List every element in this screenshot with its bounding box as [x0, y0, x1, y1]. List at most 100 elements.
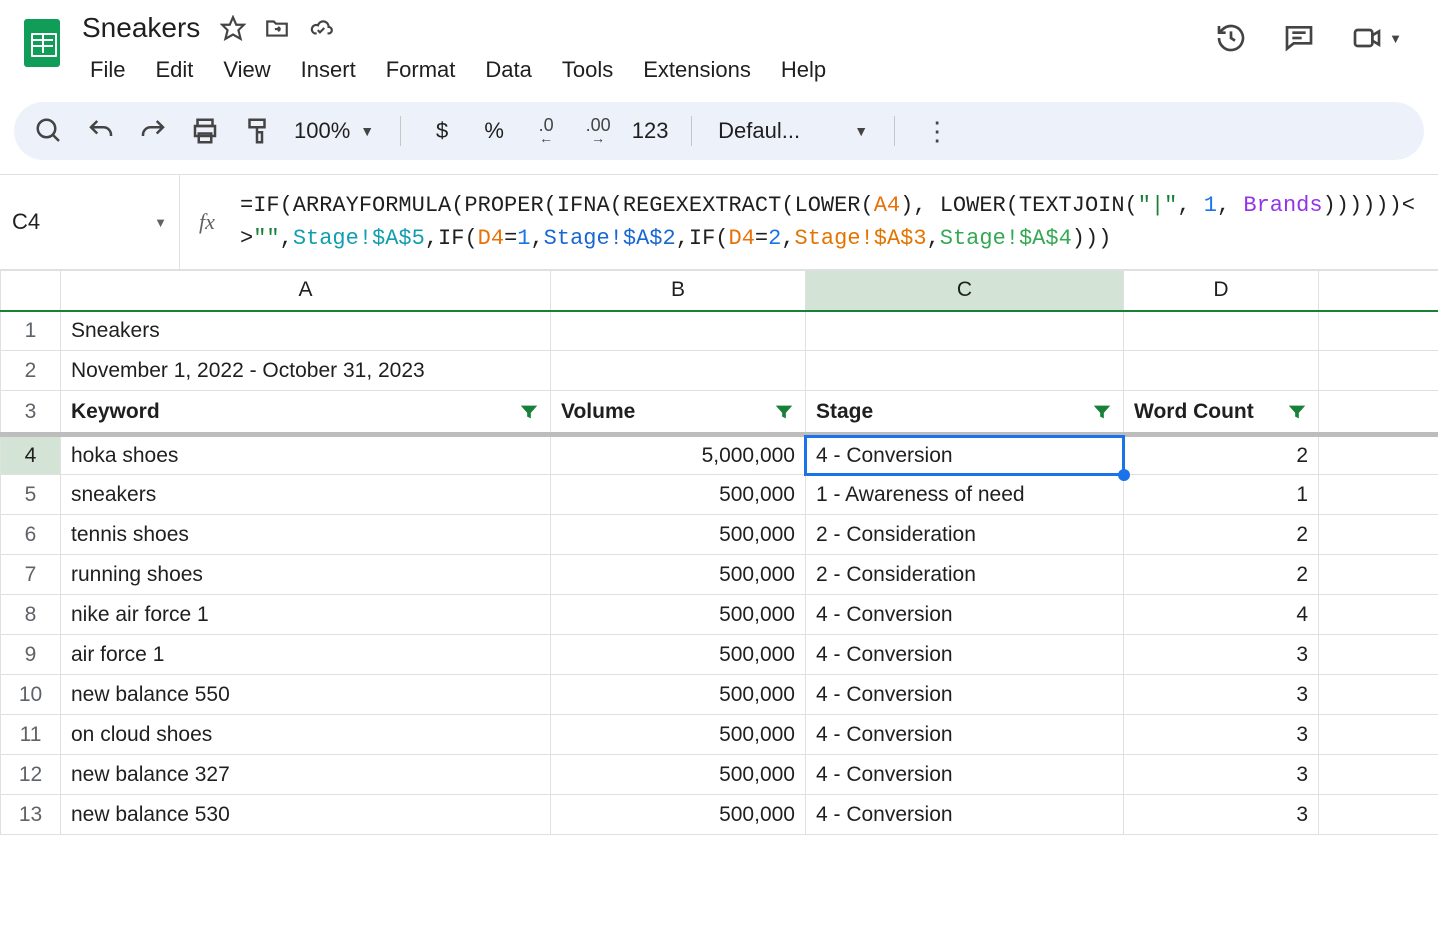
paint-format-icon[interactable] — [242, 116, 272, 146]
row-header[interactable]: 7 — [1, 555, 61, 595]
move-folder-icon[interactable] — [264, 15, 290, 41]
row-header[interactable]: 3 — [1, 391, 61, 435]
cell-E1[interactable] — [1319, 311, 1438, 351]
cell-D12[interactable]: 3 — [1124, 755, 1319, 795]
cell-E4[interactable] — [1319, 435, 1438, 475]
undo-icon[interactable] — [86, 116, 116, 146]
cell-D6[interactable]: 2 — [1124, 515, 1319, 555]
column-header-E[interactable] — [1319, 271, 1438, 311]
row-header[interactable]: 9 — [1, 635, 61, 675]
menu-data[interactable]: Data — [471, 51, 545, 89]
cell-C6[interactable]: 2 - Consideration — [806, 515, 1124, 555]
menu-edit[interactable]: Edit — [141, 51, 207, 89]
row-header[interactable]: 4 — [1, 435, 61, 475]
more-icon[interactable]: ⋮ — [921, 116, 951, 146]
name-box[interactable]: C4 ▼ — [0, 175, 180, 269]
cell-D1[interactable] — [1124, 311, 1319, 351]
select-all-corner[interactable] — [1, 271, 61, 311]
cell-A8[interactable]: nike air force 1 — [61, 595, 551, 635]
filter-icon[interactable] — [518, 401, 540, 423]
cell-A5[interactable]: sneakers — [61, 475, 551, 515]
cell-A4[interactable]: hoka shoes — [61, 435, 551, 475]
cell-E2[interactable] — [1319, 351, 1438, 391]
cell-C10[interactable]: 4 - Conversion — [806, 675, 1124, 715]
menu-extensions[interactable]: Extensions — [629, 51, 765, 89]
print-icon[interactable] — [190, 116, 220, 146]
menu-view[interactable]: View — [209, 51, 284, 89]
cloud-check-icon[interactable] — [308, 15, 334, 41]
cell-C8[interactable]: 4 - Conversion — [806, 595, 1124, 635]
cell-E10[interactable] — [1319, 675, 1438, 715]
menu-format[interactable]: Format — [372, 51, 470, 89]
cell-C12[interactable]: 4 - Conversion — [806, 755, 1124, 795]
percent-format-button[interactable]: % — [479, 116, 509, 146]
row-header[interactable]: 11 — [1, 715, 61, 755]
filter-icon[interactable] — [773, 401, 795, 423]
number-format-button[interactable]: 123 — [635, 116, 665, 146]
filter-icon[interactable] — [1091, 401, 1113, 423]
history-icon[interactable] — [1215, 22, 1247, 54]
cell-B7[interactable]: 500,000 — [551, 555, 806, 595]
cell-A2[interactable]: November 1, 2022 - October 31, 2023 — [61, 351, 551, 391]
cell-C3[interactable]: Stage — [806, 391, 1124, 435]
cell-C1[interactable] — [806, 311, 1124, 351]
meet-dropdown-icon[interactable]: ▼ — [1389, 31, 1402, 46]
row-header[interactable]: 6 — [1, 515, 61, 555]
cell-B5[interactable]: 500,000 — [551, 475, 806, 515]
filter-icon[interactable] — [1286, 401, 1308, 423]
cell-A1[interactable]: Sneakers — [61, 311, 551, 351]
decrease-decimal-button[interactable]: .0← — [531, 116, 561, 146]
cell-D2[interactable] — [1124, 351, 1319, 391]
cell-E5[interactable] — [1319, 475, 1438, 515]
cell-C11[interactable]: 4 - Conversion — [806, 715, 1124, 755]
menu-insert[interactable]: Insert — [287, 51, 370, 89]
cell-E13[interactable] — [1319, 795, 1438, 835]
cell-D8[interactable]: 4 — [1124, 595, 1319, 635]
font-family-dropdown[interactable]: Defaul... ▼ — [718, 118, 868, 144]
cell-C2[interactable] — [806, 351, 1124, 391]
cell-A11[interactable]: on cloud shoes — [61, 715, 551, 755]
row-header[interactable]: 2 — [1, 351, 61, 391]
cell-B3[interactable]: Volume — [551, 391, 806, 435]
cell-B8[interactable]: 500,000 — [551, 595, 806, 635]
cell-C5[interactable]: 1 - Awareness of need — [806, 475, 1124, 515]
row-header[interactable]: 8 — [1, 595, 61, 635]
spreadsheet-grid[interactable]: A B C D 1 Sneakers 2 November 1, 2022 - … — [0, 270, 1438, 835]
cell-A7[interactable]: running shoes — [61, 555, 551, 595]
cell-A10[interactable]: new balance 550 — [61, 675, 551, 715]
row-header[interactable]: 12 — [1, 755, 61, 795]
cell-B1[interactable] — [551, 311, 806, 351]
selection-handle[interactable] — [1118, 469, 1130, 481]
zoom-dropdown[interactable]: 100% ▼ — [294, 118, 374, 144]
cell-C7[interactable]: 2 - Consideration — [806, 555, 1124, 595]
cell-A3[interactable]: Keyword — [61, 391, 551, 435]
menu-help[interactable]: Help — [767, 51, 840, 89]
cell-E9[interactable] — [1319, 635, 1438, 675]
meet-icon[interactable] — [1351, 22, 1383, 54]
star-icon[interactable] — [220, 15, 246, 41]
cell-E7[interactable] — [1319, 555, 1438, 595]
menu-file[interactable]: File — [76, 51, 139, 89]
sheets-logo[interactable] — [16, 8, 68, 78]
cell-A6[interactable]: tennis shoes — [61, 515, 551, 555]
cell-E12[interactable] — [1319, 755, 1438, 795]
cell-D11[interactable]: 3 — [1124, 715, 1319, 755]
cell-E8[interactable] — [1319, 595, 1438, 635]
cell-A13[interactable]: new balance 530 — [61, 795, 551, 835]
column-header-C[interactable]: C — [806, 271, 1124, 311]
cell-B4[interactable]: 5,000,000 — [551, 435, 806, 475]
cell-A9[interactable]: air force 1 — [61, 635, 551, 675]
row-header[interactable]: 10 — [1, 675, 61, 715]
cell-E3[interactable] — [1319, 391, 1438, 435]
cell-D4[interactable]: 2 — [1124, 435, 1319, 475]
cell-B12[interactable]: 500,000 — [551, 755, 806, 795]
document-title[interactable]: Sneakers — [76, 10, 206, 46]
cell-D10[interactable]: 3 — [1124, 675, 1319, 715]
cell-D5[interactable]: 1 — [1124, 475, 1319, 515]
currency-format-button[interactable]: $ — [427, 116, 457, 146]
cell-E6[interactable] — [1319, 515, 1438, 555]
cell-D3[interactable]: Word Count — [1124, 391, 1319, 435]
search-icon[interactable] — [34, 116, 64, 146]
cell-B6[interactable]: 500,000 — [551, 515, 806, 555]
cell-D7[interactable]: 2 — [1124, 555, 1319, 595]
